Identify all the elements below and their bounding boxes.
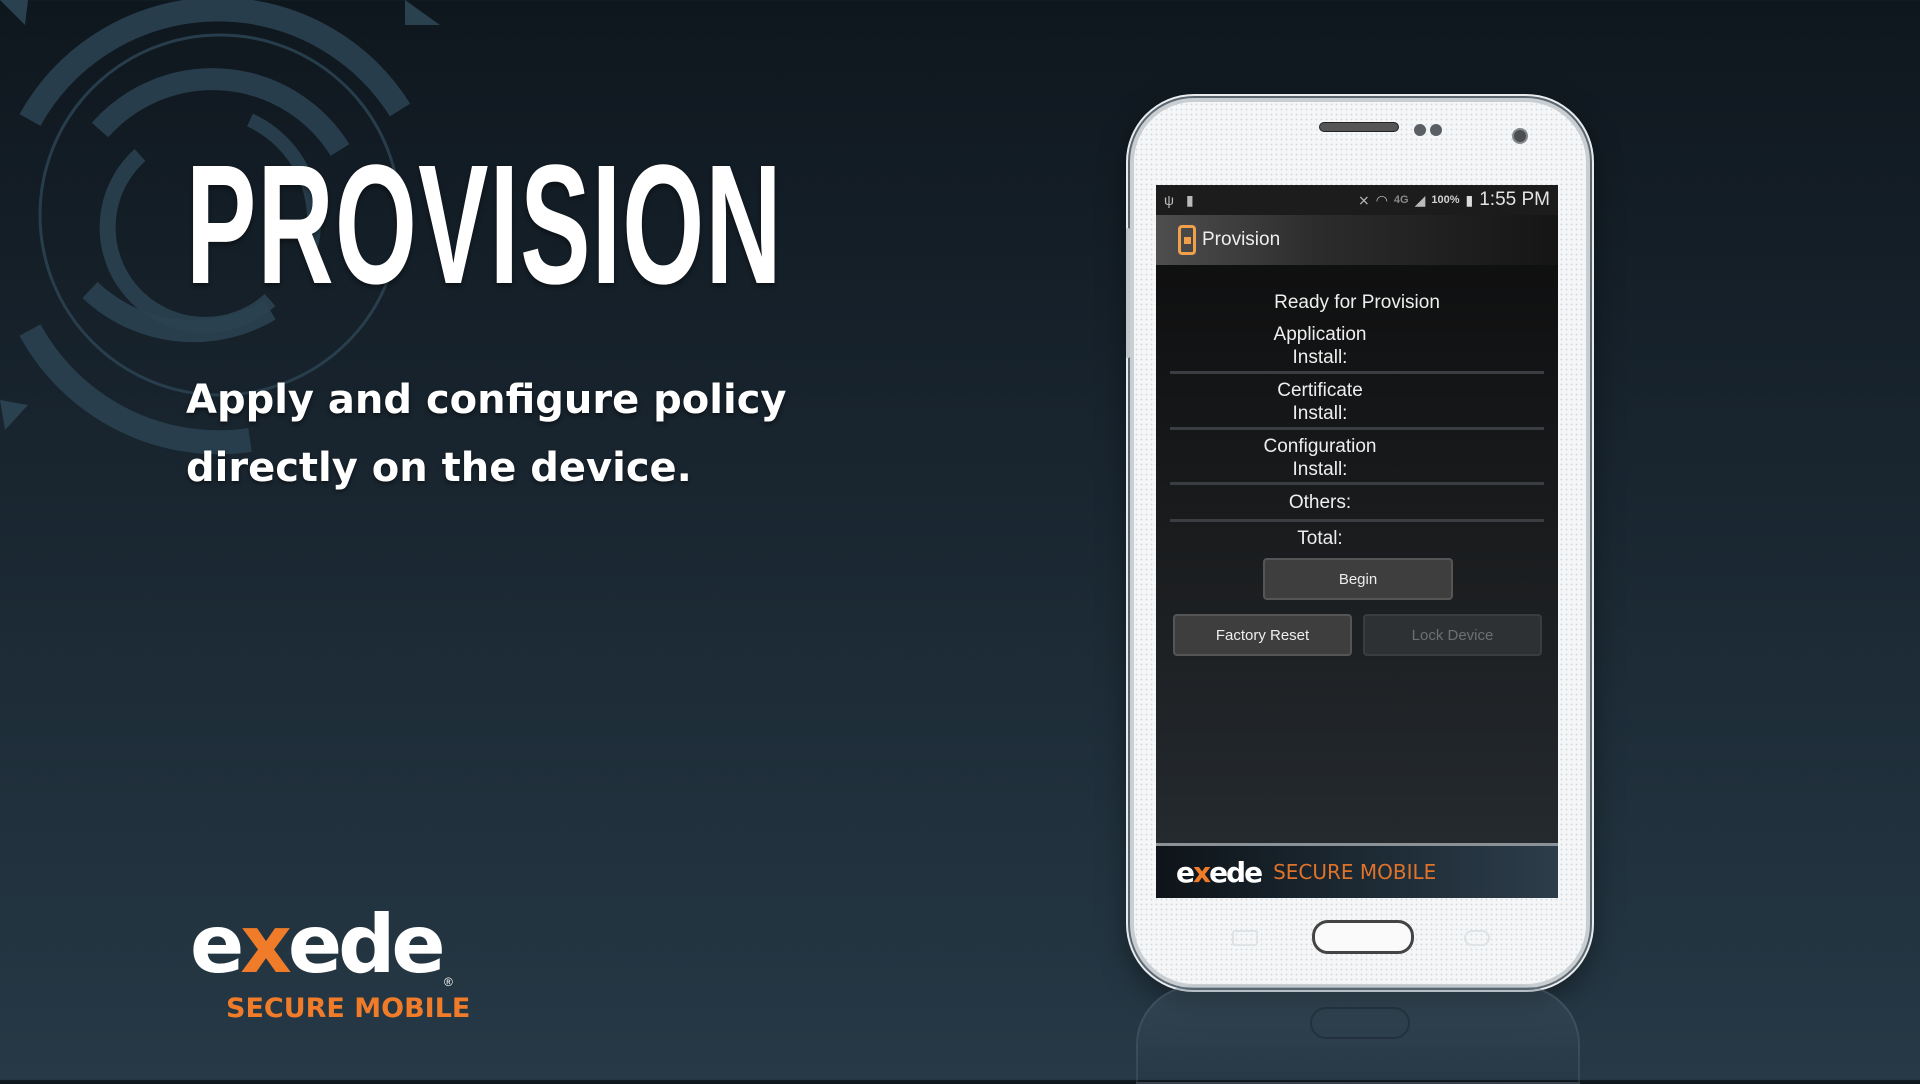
registered-mark: ® [444, 975, 453, 989]
row-label: Total: [1297, 528, 1343, 549]
brand-letters: ede [287, 898, 446, 991]
clock: 1:55 PM [1479, 189, 1550, 210]
recent-apps-key[interactable] [1232, 930, 1258, 946]
row-application-install: Application Install: [1170, 323, 1470, 369]
light-sensor [1430, 124, 1442, 136]
usb-icon: ψ [1164, 191, 1174, 208]
row-label: Configuration [1263, 436, 1377, 457]
banner-letter: e [1176, 855, 1195, 889]
status-bar: ψ ▮ ⨯ ◠ 4G ◢ 100% ▮ 1:55 PM [1156, 185, 1558, 215]
front-camera [1512, 128, 1528, 144]
row-label: Others: [1288, 492, 1352, 513]
row-label: Install: [1292, 459, 1348, 480]
phone-screen: ψ ▮ ⨯ ◠ 4G ◢ 100% ▮ 1:55 PM Provision Re… [1156, 185, 1558, 898]
reflection-home-button [1310, 1007, 1410, 1039]
banner-letters: ede [1209, 855, 1263, 889]
banner-wordmark: exede [1176, 855, 1263, 889]
proximity-sensor [1414, 124, 1426, 136]
row-certificate-install: Certificate Install: [1170, 379, 1470, 425]
brand-subtitle: SECURE MOBILE [226, 993, 471, 1024]
phone-reflection [1136, 985, 1580, 1084]
battery-saver-icon: ▮ [1185, 191, 1194, 208]
tagline-line-2: directly on the device. [186, 445, 692, 491]
row-others: Others: [1170, 491, 1470, 514]
row-label: Install: [1292, 347, 1348, 368]
battery-icon: ▮ [1465, 191, 1474, 208]
brand-logo: exede ® SECURE MOBILE [190, 905, 470, 1025]
lock-device-button[interactable]: Lock Device [1363, 614, 1542, 656]
phone-lock-icon [1178, 225, 1196, 255]
divider [1170, 519, 1544, 522]
row-label: Install: [1292, 403, 1348, 424]
volume-key [1126, 228, 1130, 358]
banner-x-mark: x [1193, 855, 1211, 889]
row-configuration-install: Configuration Install: [1170, 435, 1470, 481]
row-label: Certificate [1277, 380, 1363, 401]
home-button[interactable] [1312, 920, 1414, 954]
back-key[interactable] [1464, 930, 1490, 946]
app-bar: Provision [1156, 215, 1558, 265]
brand-letter: e [190, 898, 244, 991]
begin-button[interactable]: Begin [1263, 558, 1453, 600]
page-title: PROVISION [186, 130, 783, 320]
brand-wordmark: exede [190, 905, 446, 985]
divider [1170, 427, 1544, 430]
row-label: Application [1273, 324, 1367, 345]
network-4g-icon: 4G [1393, 194, 1409, 206]
brand-x-mark: x [240, 898, 292, 991]
earpiece-speaker [1319, 122, 1399, 132]
factory-reset-button[interactable]: Factory Reset [1173, 614, 1352, 656]
vibrate-mute-icon: ⨯ [1357, 191, 1370, 208]
battery-percent: 100% [1431, 194, 1460, 206]
divider [1170, 482, 1544, 485]
phone-device: ψ ▮ ⨯ ◠ 4G ◢ 100% ▮ 1:55 PM Provision Re… [1126, 98, 1590, 988]
signal-icon: ◢ [1414, 191, 1426, 208]
brand-banner: exede SECURE MOBILE [1156, 843, 1558, 898]
banner-subtitle: SECURE MOBILE [1273, 860, 1437, 884]
wifi-icon: ◠ [1375, 191, 1388, 208]
app-title: Provision [1202, 229, 1281, 250]
row-total: Total: [1170, 527, 1470, 550]
tagline: Apply and configure policy directly on t… [186, 366, 806, 502]
divider [1170, 371, 1544, 374]
tagline-line-1: Apply and configure policy [186, 377, 787, 423]
status-heading: Ready for Provision [1274, 292, 1440, 313]
